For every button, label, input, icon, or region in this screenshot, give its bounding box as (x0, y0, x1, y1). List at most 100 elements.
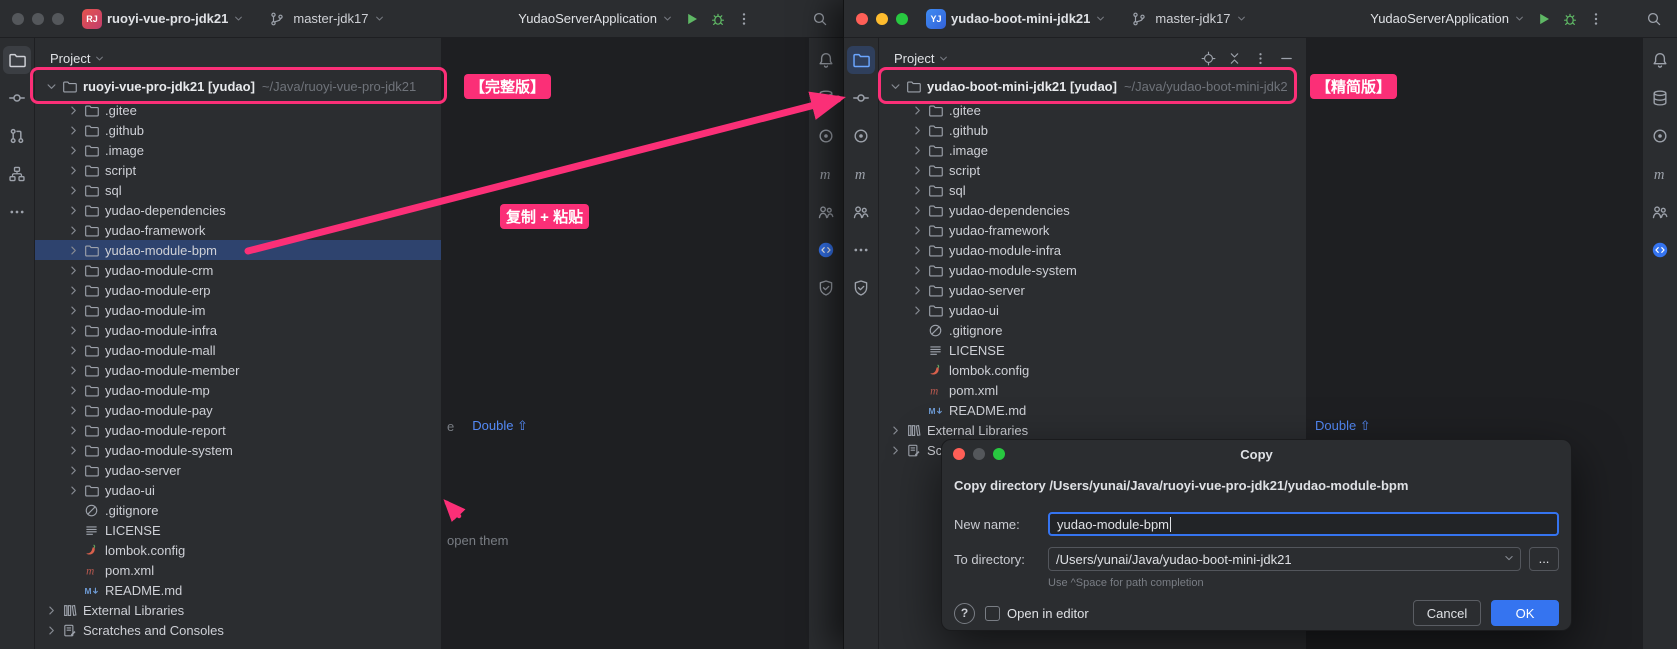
chevron-right-icon[interactable] (909, 182, 926, 199)
branch-widget[interactable]: master-jdk17 (262, 6, 388, 32)
zoom-button[interactable] (896, 13, 908, 25)
tree-item-license[interactable]: LICENSE (879, 340, 1306, 360)
cancel-button[interactable]: Cancel (1413, 600, 1481, 626)
run-config-widget[interactable]: YudaoServerApplication (514, 9, 677, 28)
tree-item-yudao-module-mp[interactable]: yudao-module-mp (35, 380, 441, 400)
locate-file-icon[interactable] (1196, 46, 1220, 70)
chevron-right-icon[interactable] (65, 482, 82, 499)
tree-item-yudao-module-system[interactable]: yudao-module-system (879, 260, 1306, 280)
new-name-input[interactable]: yudao-module-bpm (1048, 512, 1559, 536)
tree-item-script[interactable]: script (879, 160, 1306, 180)
tree-item-yudao-module-erp[interactable]: yudao-module-erp (35, 280, 441, 300)
chevron-right-icon[interactable] (65, 442, 82, 459)
chevron-down-icon[interactable] (938, 53, 949, 64)
tree-item-gitignore[interactable]: .gitignore (35, 500, 441, 520)
chevron-down-icon[interactable] (43, 78, 60, 95)
qodana-shield-icon[interactable] (812, 274, 840, 302)
chevron-right-icon[interactable] (65, 242, 82, 259)
tree-item-lombok-config[interactable]: lombok.config (35, 540, 441, 560)
run-button[interactable] (1533, 8, 1555, 30)
debug-button[interactable] (707, 8, 729, 30)
chevron-right-icon[interactable] (65, 202, 82, 219)
tree-item-yudao-dependencies[interactable]: yudao-dependencies (879, 200, 1306, 220)
chevron-right-icon[interactable] (65, 182, 82, 199)
chevron-right-icon[interactable] (65, 362, 82, 379)
tree-item-readme-md[interactable]: MREADME.md (35, 580, 441, 600)
chevron-right-icon[interactable] (909, 202, 926, 219)
database-icon[interactable] (1646, 84, 1674, 112)
gradle-icon[interactable] (1646, 198, 1674, 226)
tree-item-yudao-ui[interactable]: yudao-ui (35, 480, 441, 500)
tree-item-gitignore[interactable]: .gitignore (879, 320, 1306, 340)
project-folder-icon[interactable] (3, 46, 31, 74)
chevron-right-icon[interactable] (65, 322, 82, 339)
chevron-right-icon[interactable] (65, 402, 82, 419)
tree-item-sql[interactable]: sql (35, 180, 441, 200)
tree-item-yudao-server[interactable]: yudao-server (879, 280, 1306, 300)
tree-item-yudao-module-report[interactable]: yudao-module-report (35, 420, 441, 440)
gradle-icon[interactable] (812, 198, 840, 226)
debug-button[interactable] (1559, 8, 1581, 30)
tree-root-ruoyi-vue-pro-jdk21-yudao[interactable]: ruoyi-vue-pro-jdk21 [yudao]~/Java/ruoyi-… (35, 76, 441, 96)
branch-widget[interactable]: master-jdk17 (1124, 6, 1250, 32)
tree-item-yudao-module-bpm[interactable]: yudao-module-bpm (35, 240, 441, 260)
tree-item-gitee[interactable]: .gitee (879, 100, 1306, 120)
chevron-right-icon[interactable] (909, 102, 926, 119)
chevron-right-icon[interactable] (65, 142, 82, 159)
chevron-right-icon[interactable] (65, 162, 82, 179)
chevron-right-icon[interactable] (43, 622, 60, 639)
close-button[interactable] (856, 13, 868, 25)
tree-item-yudao-module-member[interactable]: yudao-module-member (35, 360, 441, 380)
tree-item-lombok-config[interactable]: lombok.config (879, 360, 1306, 380)
tree-item-license[interactable]: LICENSE (35, 520, 441, 540)
commit-icon[interactable] (847, 84, 875, 112)
chevron-right-icon[interactable] (65, 122, 82, 139)
tree-item-external-libraries[interactable]: External Libraries (35, 600, 441, 620)
tree-item-yudao-server[interactable]: yudao-server (35, 460, 441, 480)
dialog-zoom-button[interactable] (993, 448, 1005, 460)
tree-root-yudao-boot-mini-jdk21-yudao[interactable]: yudao-boot-mini-jdk21 [yudao]~/Java/yuda… (879, 76, 1306, 96)
tree-item-yudao-module-mall[interactable]: yudao-module-mall (35, 340, 441, 360)
chevron-right-icon[interactable] (909, 122, 926, 139)
chevron-right-icon[interactable] (909, 142, 926, 159)
tree-item-external-libraries[interactable]: External Libraries (879, 420, 1306, 440)
dialog-close-button[interactable] (953, 448, 965, 460)
tree-item-image[interactable]: .image (35, 140, 441, 160)
maven-icon[interactable]: m (812, 160, 840, 188)
qodana-shield-icon[interactable] (847, 274, 875, 302)
maven-icon[interactable]: m (847, 160, 875, 188)
tree-item-scratches-and-consoles[interactable]: Scratches and Consoles (35, 620, 441, 640)
project-widget[interactable]: YJ yudao-boot-mini-jdk21 (922, 7, 1110, 31)
tree-item-sql[interactable]: sql (879, 180, 1306, 200)
minimize-button[interactable] (876, 13, 888, 25)
search-everywhere-icon[interactable] (1643, 8, 1665, 30)
chevron-right-icon[interactable] (65, 102, 82, 119)
gradle-icon[interactable] (847, 198, 875, 226)
more-icon[interactable] (3, 198, 31, 226)
ai-assistant-icon[interactable] (812, 236, 840, 264)
tree-item-gitee[interactable]: .gitee (35, 100, 441, 120)
tree-item-yudao-module-infra[interactable]: yudao-module-infra (35, 320, 441, 340)
chevron-right-icon[interactable] (65, 422, 82, 439)
tree-item-yudao-framework[interactable]: yudao-framework (879, 220, 1306, 240)
run-button[interactable] (681, 8, 703, 30)
chevron-right-icon[interactable] (887, 442, 904, 459)
collapse-all-icon[interactable] (1222, 46, 1246, 70)
tree-item-github[interactable]: .github (879, 120, 1306, 140)
chevron-right-icon[interactable] (65, 262, 82, 279)
tree-item-yudao-module-im[interactable]: yudao-module-im (35, 300, 441, 320)
more-actions-icon[interactable] (733, 8, 755, 30)
project-folder-icon[interactable] (847, 46, 875, 74)
panel-options-icon[interactable] (1248, 46, 1272, 70)
ai-assistant-icon[interactable] (1646, 236, 1674, 264)
chevron-right-icon[interactable] (909, 282, 926, 299)
database-icon[interactable] (812, 84, 840, 112)
chevron-right-icon[interactable] (65, 342, 82, 359)
help-button[interactable]: ? (954, 603, 975, 624)
more-icon[interactable] (847, 236, 875, 264)
tree-item-yudao-module-crm[interactable]: yudao-module-crm (35, 260, 441, 280)
chevron-right-icon[interactable] (909, 242, 926, 259)
chevron-right-icon[interactable] (909, 222, 926, 239)
structure-icon[interactable] (3, 160, 31, 188)
open-in-editor-checkbox[interactable]: Open in editor (985, 606, 1089, 621)
